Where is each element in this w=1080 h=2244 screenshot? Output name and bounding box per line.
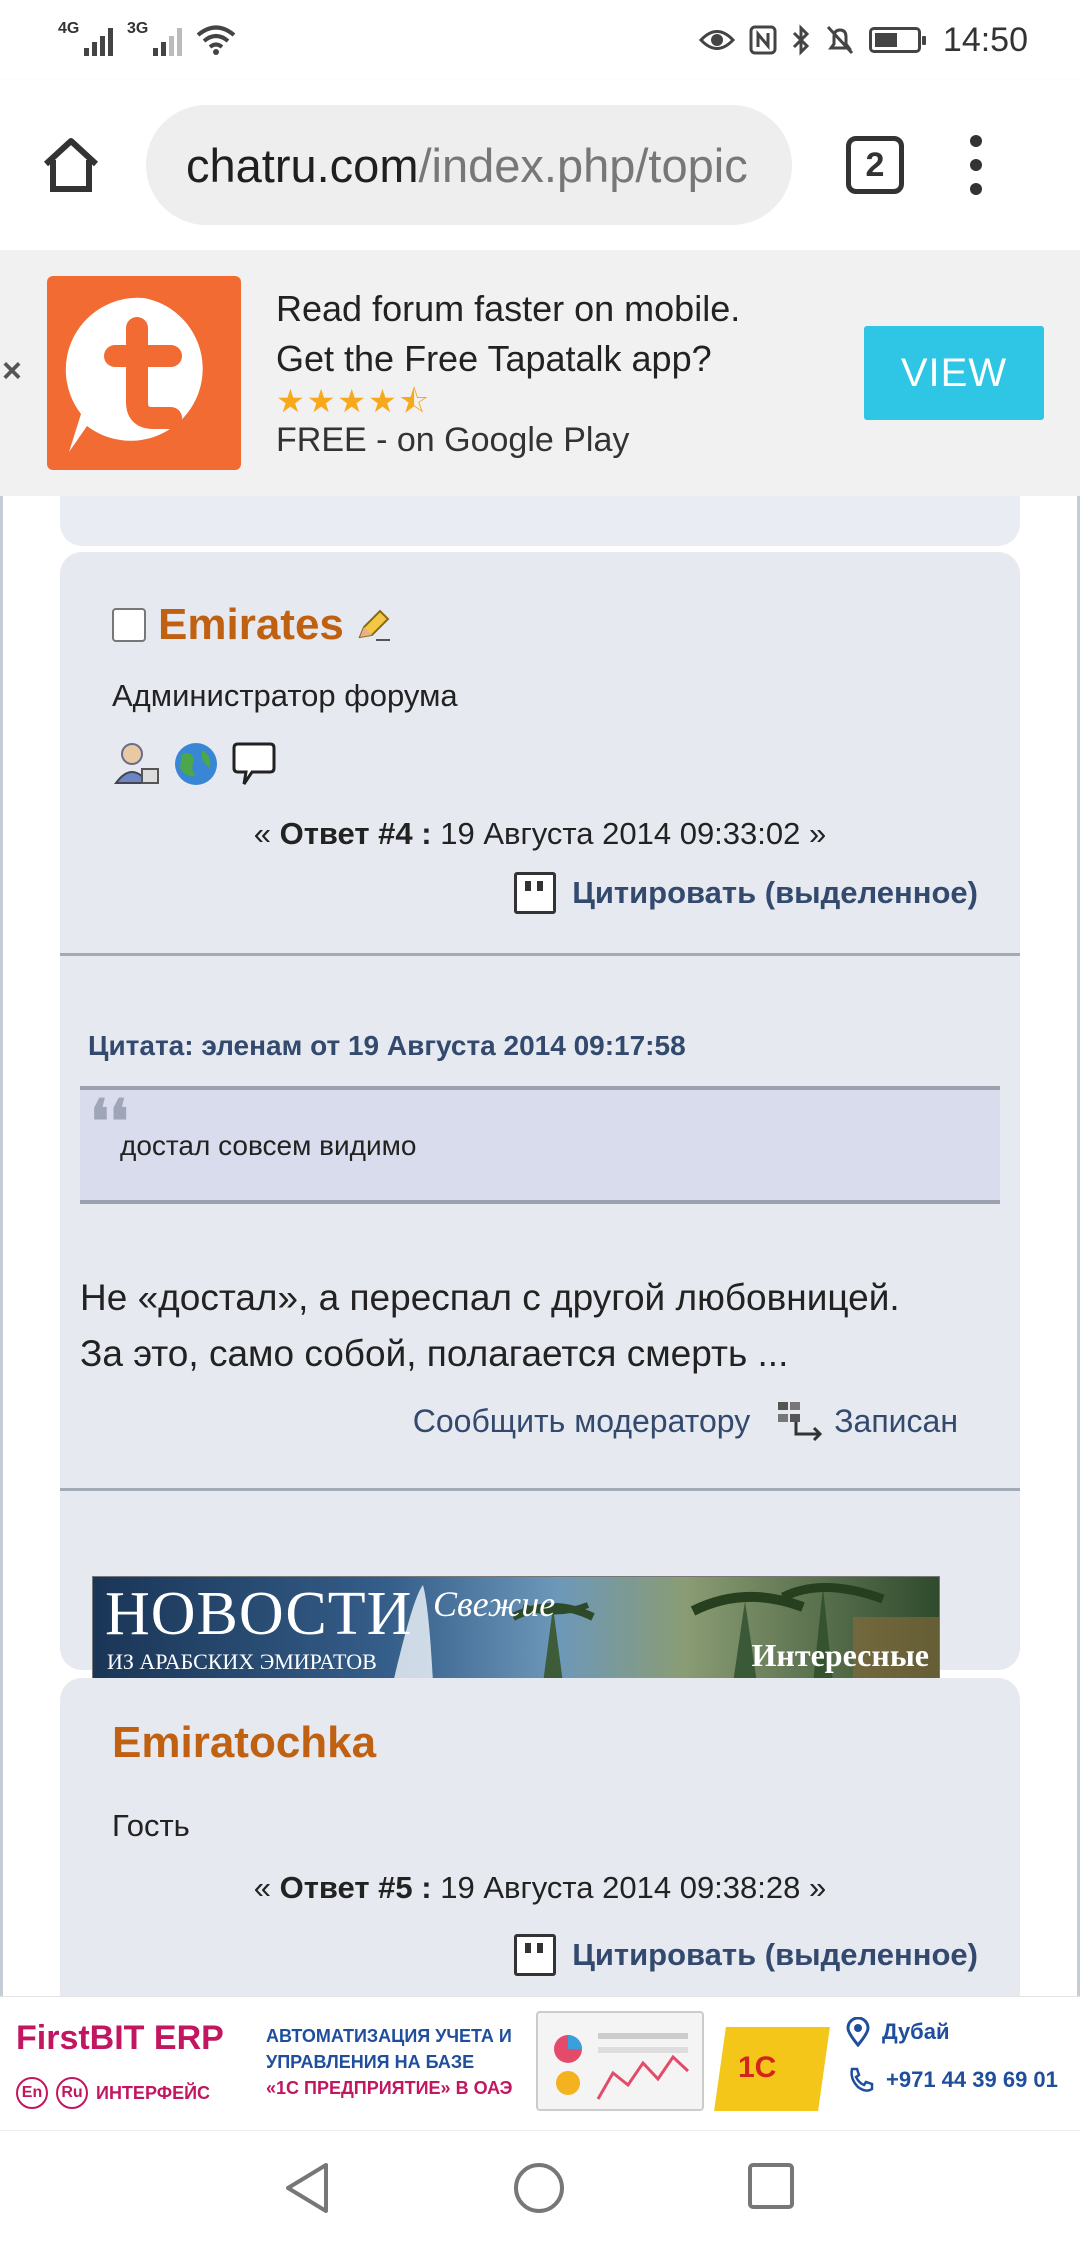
ad-language-badges: En Ru ИНТЕРФЕЙС: [16, 2077, 210, 2109]
eye-icon: [698, 30, 735, 50]
reply-meta: « Ответ #5 : 19 Августа 2014 09:38:28 »: [253, 1870, 827, 1905]
recent-apps-nav-icon[interactable]: [746, 2161, 796, 2211]
wifi-icon: [196, 25, 236, 55]
url-bar[interactable]: chatru.com/index.php/topic: [146, 105, 792, 225]
post-body: Не «достал», а переспал с другой любовни…: [80, 1277, 900, 1374]
rating-stars: ★★★★⯪: [276, 383, 432, 419]
quote-header[interactable]: Цитата: эленам от 19 Августа 2014 09:17:…: [88, 1030, 686, 1062]
en-badge: En: [16, 2077, 48, 2109]
nfc-icon: [749, 25, 777, 55]
profile-icon[interactable]: [114, 741, 160, 787]
home-nav-icon[interactable]: [512, 2161, 566, 2215]
quote-button[interactable]: Цитировать (выделенное): [514, 1934, 978, 1976]
phone-icon: [850, 2067, 874, 2092]
signal-3g-icon: 3G: [127, 20, 182, 56]
bell-off-icon: [826, 25, 854, 55]
author-icons: [114, 740, 276, 788]
select-post-checkbox[interactable]: [112, 608, 146, 642]
author-role: Гость: [112, 1808, 190, 1843]
url-path: /index.php/topic: [418, 138, 748, 192]
forum-post: Emirates Администратор форума « Ответ #4…: [60, 552, 1020, 1682]
home-icon: [43, 138, 99, 192]
globe-icon[interactable]: [172, 740, 220, 788]
banner-fresh: Свежие: [433, 1584, 556, 1624]
tapatalk-line1: Read forum faster on mobile.: [276, 288, 741, 329]
status-left: 4G 3G: [58, 20, 236, 56]
back-nav-icon[interactable]: [282, 2161, 332, 2215]
ad-phone: +971 44 39 69 01: [846, 2065, 1058, 2095]
reply-number[interactable]: Ответ #4 :: [280, 816, 432, 851]
quote-block: ❛❛ достал совсем видимо: [80, 1086, 1000, 1204]
ad-interface-label: ИНТЕРФЕЙС: [96, 2082, 211, 2103]
browser-toolbar: chatru.com/index.php/topic 2: [0, 80, 1080, 250]
overflow-menu-icon[interactable]: [966, 135, 986, 195]
banner-interesting: Интересные: [751, 1637, 929, 1673]
tapatalk-line2: Get the Free Tapatalk app?: [276, 338, 712, 379]
news-banner[interactable]: НОВОСТИ Свежие ИЗ АРАБСКИХ ЭМИРАТОВ Инте…: [92, 1576, 940, 1682]
ad-screenshot-image: [536, 2011, 704, 2111]
quote-text: достал совсем видимо: [120, 1130, 417, 1161]
ad-brand: FirstBIT ERP: [16, 2019, 224, 2057]
divider: [60, 1488, 1020, 1491]
home-button[interactable]: [30, 124, 112, 206]
ad-location: Дубай: [846, 2017, 950, 2047]
ru-badge: Ru: [56, 2077, 88, 2109]
banner-subtitle: ИЗ АРАБСКИХ ЭМИРАТОВ: [107, 1649, 377, 1674]
reply-number[interactable]: Ответ #5 :: [280, 1870, 432, 1905]
author-name[interactable]: Emirates: [158, 600, 344, 650]
post-author: Emirates: [112, 600, 392, 650]
tapatalk-logo: [47, 276, 241, 470]
quote-icon: [514, 1934, 557, 1976]
ad-1c-label: 1С: [738, 2051, 777, 2084]
location-pin-icon: [846, 2017, 870, 2047]
quote-button[interactable]: Цитировать (выделенное): [514, 872, 978, 914]
tab-switcher-button[interactable]: 2: [846, 136, 904, 194]
author-name[interactable]: Emiratochka: [112, 1718, 376, 1768]
forum-post: Emiratochka Гость « Ответ #5 : 19 Август…: [60, 1678, 1020, 1996]
firstbit-ad[interactable]: FirstBIT ERP En Ru ИНТЕРФЕЙС АВТОМАТИЗАЦ…: [0, 1996, 1080, 2130]
report-to-moderator-link[interactable]: Сообщить модератору: [413, 1403, 750, 1440]
banner-title: НОВОСТИ: [105, 1580, 413, 1648]
view-app-button[interactable]: VIEW: [864, 326, 1044, 420]
battery-icon: [868, 27, 926, 53]
bluetooth-icon: [792, 24, 810, 56]
status-bar: 4G 3G 14:50: [0, 0, 1080, 80]
ip-logged-icon: [778, 1402, 823, 1442]
message-bubble-icon[interactable]: [232, 740, 276, 788]
quote-icon: [514, 872, 557, 914]
tapatalk-banner: × Read forum faster on mobile. Get the F…: [0, 250, 1080, 496]
author-role: Администратор форума: [112, 678, 458, 713]
forum-content: Emirates Администратор форума « Ответ #4…: [0, 250, 1080, 1996]
signal-4g-icon: 4G: [58, 20, 113, 56]
post-author: Emiratochka: [112, 1718, 376, 1768]
close-banner-icon[interactable]: ×: [2, 352, 22, 391]
tapatalk-store: FREE - on Google Play: [276, 421, 630, 459]
divider: [60, 953, 1020, 956]
status-right: 14:50: [698, 20, 1028, 60]
clock: 14:50: [942, 20, 1028, 59]
reply-meta: « Ответ #4 : 19 Августа 2014 09:33:02 »: [253, 816, 827, 851]
url-domain: chatru.com: [186, 138, 419, 192]
ad-description: АВТОМАТИЗАЦИЯ УЧЕТА И УПРАВЛЕНИЯ НА БАЗЕ…: [266, 2026, 513, 2098]
written-status: Записан: [776, 1400, 958, 1442]
navigation-bar: [0, 2130, 1080, 2244]
post-actions: Сообщить модератору Записан: [413, 1400, 958, 1442]
tapatalk-text: Read forum faster on mobile. Get the Fre…: [276, 284, 740, 462]
edit-pencil-icon: [358, 609, 390, 641]
